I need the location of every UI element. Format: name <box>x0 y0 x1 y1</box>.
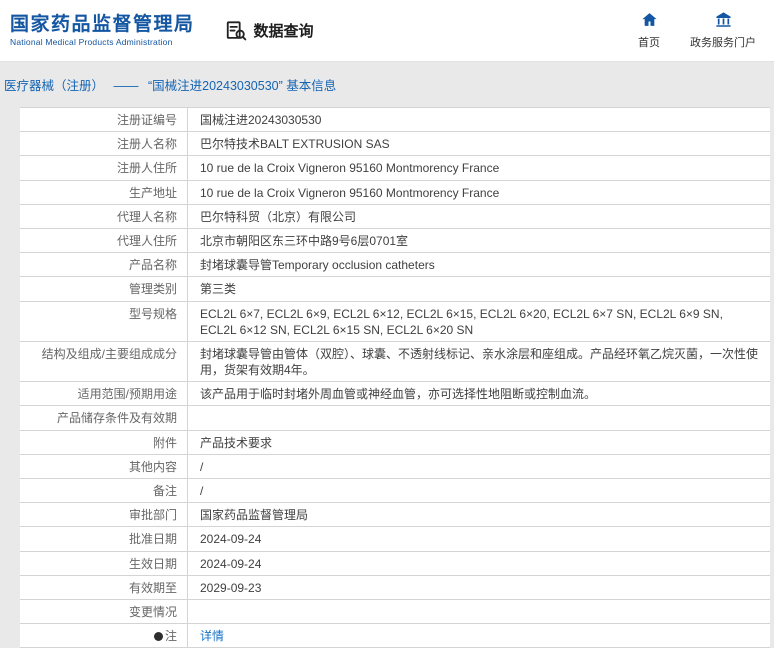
breadcrumb-separator: —— <box>113 79 139 93</box>
table-row: 代理人住所 北京市朝阳区东三环中路9号6层0701室 <box>20 228 770 254</box>
row-value: 北京市朝阳区东三环中路9号6层0701室 <box>200 233 409 248</box>
table-row: 生效日期 2024-09-24 <box>20 551 770 576</box>
table-row: 注册证编号 国械注进20243030530 <box>20 108 770 133</box>
row-value <box>188 406 770 429</box>
row-label: 代理人名称 <box>20 204 188 228</box>
site-header: 国家药品监督管理局 National Medical Products Admi… <box>0 0 774 62</box>
breadcrumb-category[interactable]: 医疗器械（注册） <box>4 79 104 93</box>
row-value: 封堵球囊导管Temporary occlusion catheters <box>200 258 435 273</box>
row-value: ECL2L 6×7, ECL2L 6×9, ECL2L 6×12, ECL2L … <box>200 306 723 337</box>
row-label: 注册证编号 <box>20 108 188 132</box>
row-value: 产品技术要求 <box>200 435 273 450</box>
row-label: 产品名称 <box>20 253 188 277</box>
nav-home-label: 首页 <box>638 37 660 49</box>
table-row: 变更情况 <box>20 599 770 625</box>
main-content: 医疗器械（注册） —— “国械注进20243030530” 基本信息 注册证编号… <box>0 75 774 648</box>
row-value: 国家药品监督管理局 <box>200 508 309 523</box>
row-label: 注册人名称 <box>20 132 188 156</box>
table-row: 管理类别 第三类 <box>20 277 770 302</box>
table-row: 型号规格 ECL2L 6×7, ECL2L 6×9, ECL2L 6×12, EC… <box>20 301 770 342</box>
home-icon <box>641 11 658 31</box>
nmpa-logo[interactable]: 国家药品监督管理局 National Medical Products Admi… <box>10 14 195 48</box>
table-row: 其他内容 / <box>20 454 770 479</box>
row-value: 巴尔特技术BALT EXTRUSION SAS <box>200 137 390 152</box>
table-row: 注册人名称 巴尔特技术BALT EXTRUSION SAS <box>20 132 770 157</box>
row-label: 有效期至 <box>20 575 188 599</box>
row-label: 其他内容 <box>20 454 188 478</box>
table-row: 批准日期 2024-09-24 <box>20 527 770 552</box>
row-value: 2029-09-23 <box>200 580 262 595</box>
row-label: 适用范围/预期用途 <box>20 382 188 406</box>
table-row: 注册人住所 10 rue de la Croix Vigneron 95160 M… <box>20 156 770 181</box>
row-label: 代理人住所 <box>20 228 188 253</box>
row-label: 型号规格 <box>20 301 188 341</box>
table-row: 生产地址 10 rue de la Croix Vigneron 95160 Mo… <box>20 180 770 205</box>
nav-home[interactable]: 首页 <box>638 11 660 50</box>
row-value: 10 rue de la Croix Vigneron 95160 Montmo… <box>200 161 500 176</box>
table-row: 产品名称 封堵球囊导管Temporary occlusion catheters <box>20 253 770 278</box>
table-row: 审批部门 国家药品监督管理局 <box>20 503 770 528</box>
registration-info-table: 注册证编号 国械注进20243030530 注册人名称 巴尔特技术BALT EXTRU… <box>20 107 770 648</box>
row-value: 详情 <box>188 624 770 647</box>
top-nav: 首页 政务服务门户 <box>638 11 756 50</box>
row-value <box>188 600 770 623</box>
bullet-icon <box>153 632 163 642</box>
breadcrumb: 医疗器械（注册） —— “国械注进20243030530” 基本信息 <box>4 75 772 94</box>
data-query-label: 数据查询 <box>253 23 314 40</box>
table-row: 产品储存条件及有效期 <box>20 406 770 431</box>
row-value: / <box>200 484 204 498</box>
row-label: 注 <box>20 624 188 648</box>
table-row: 有效期至 2029-09-23 <box>20 575 770 600</box>
row-label: 批准日期 <box>20 527 188 551</box>
row-value: 巴尔特科贸（北京）有限公司 <box>200 209 357 224</box>
row-label: 结构及组成/主要组成成分 <box>20 341 188 382</box>
table-row: 注详情 <box>20 624 770 648</box>
nav-gov-portal[interactable]: 政务服务门户 <box>690 11 756 50</box>
row-value: 第三类 <box>200 282 237 297</box>
nav-gov-portal-label: 政务服务门户 <box>690 37 756 49</box>
table-row: 代理人名称 巴尔特科贸（北京）有限公司 <box>20 204 770 229</box>
data-query-heading: 数据查询 <box>225 20 314 42</box>
row-label: 产品储存条件及有效期 <box>20 406 188 430</box>
table-row: 适用范围/预期用途 该产品用于临时封堵外周血管或神经血管，亦可选择性地阻断或控制血… <box>20 382 770 407</box>
building-icon <box>715 11 732 31</box>
logo-subtitle: National Medical Products Administration <box>10 37 173 48</box>
row-value: 封堵球囊导管由管体（双腔）、球囊、不透射线标记、亲水涂层和座组成。产品经环氧乙烷… <box>200 346 759 378</box>
logo-title: 国家药品监督管理局 <box>10 13 195 35</box>
table-row: 附件 产品技术要求 <box>20 430 770 455</box>
row-value: 2024-09-24 <box>200 532 262 547</box>
row-label: 注册人住所 <box>20 156 188 180</box>
row-value: 国械注进20243030530 <box>200 113 322 127</box>
breadcrumb-title: “国械注进20243030530” 基本信息 <box>147 79 337 93</box>
row-label: 附件 <box>20 430 188 454</box>
row-value: 10 rue de la Croix Vigneron 95160 Montmo… <box>200 185 500 200</box>
row-label: 生效日期 <box>20 551 188 575</box>
row-value: / <box>200 459 204 474</box>
row-label: 审批部门 <box>20 503 188 527</box>
row-value: 该产品用于临时封堵外周血管或神经血管，亦可选择性地阻断或控制血流。 <box>200 387 597 402</box>
detail-link[interactable]: 详情 <box>200 629 224 643</box>
row-value: 2024-09-24 <box>200 556 262 571</box>
data-query-icon <box>225 20 247 42</box>
row-label: 备注 <box>20 479 188 503</box>
row-label: 生产地址 <box>20 180 188 204</box>
table-row: 备注 / <box>20 479 770 504</box>
row-label: 管理类别 <box>20 277 188 301</box>
row-label: 变更情况 <box>20 599 188 624</box>
table-row: 结构及组成/主要组成成分 封堵球囊导管由管体（双腔）、球囊、不透射线标记、亲水涂层… <box>20 341 770 383</box>
